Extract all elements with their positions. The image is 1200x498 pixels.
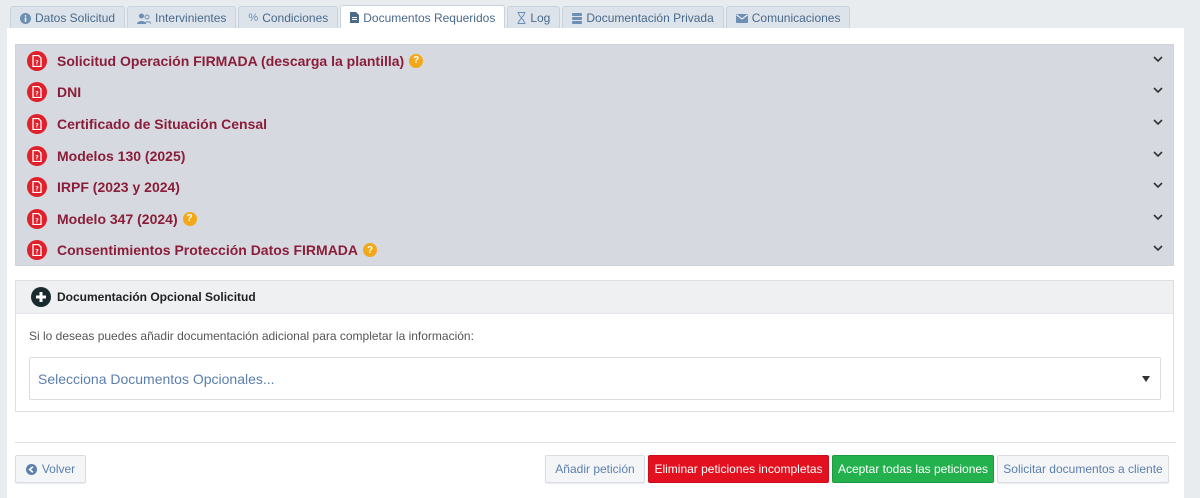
doc-label: Consentimientos Protección Datos FIRMADA — [57, 242, 359, 259]
chevron-down-icon[interactable] — [1153, 151, 1163, 158]
tab-label: Condiciones — [262, 11, 329, 25]
envelope-icon — [735, 13, 748, 23]
doc-label: Modelo 347 (2024) — [57, 210, 178, 227]
optional-documents-header: Documentación Opcional Solicitud — [16, 281, 1173, 314]
tab-label: Datos Solicitud — [35, 11, 116, 25]
svg-text:?: ? — [35, 59, 39, 66]
add-request-label: Añadir petición — [555, 462, 635, 476]
question-icon[interactable]: ? — [363, 243, 378, 258]
file-icon — [350, 12, 360, 23]
hourglass-icon — [517, 12, 526, 24]
chevron-down-icon[interactable] — [1153, 87, 1163, 94]
tab-label: Comunicaciones — [751, 11, 841, 25]
chevron-down-icon[interactable] — [1153, 214, 1163, 221]
accept-all-label: Aceptar todas las peticiones — [837, 462, 989, 476]
optional-documents-section: Documentación Opcional Solicitud Si lo d… — [15, 280, 1174, 412]
add-request-button[interactable]: Añadir petición — [545, 455, 645, 483]
chevron-down-icon[interactable] — [1153, 245, 1163, 252]
tab-bar: Datos Solicitud Intervinientes % Condici… — [10, 5, 852, 29]
doc-row-irpf[interactable]: ? IRPF (2023 y 2024) — [16, 171, 1173, 203]
document-missing-icon: ? — [27, 82, 47, 103]
arrow-left-circle-icon — [25, 463, 37, 475]
divider — [15, 442, 1176, 443]
select-placeholder: Selecciona Documentos Opcionales... — [38, 370, 275, 387]
question-icon[interactable]: ? — [409, 53, 424, 68]
document-missing-icon: ? — [27, 50, 47, 71]
document-missing-icon: ? — [27, 208, 47, 229]
doc-row-modelos-130[interactable]: ? Modelos 130 (2025) — [16, 140, 1173, 172]
percent-icon: % — [248, 12, 259, 24]
svg-text:?: ? — [35, 154, 39, 161]
document-missing-icon: ? — [27, 240, 47, 261]
delete-incomplete-label: Eliminar peticiones incompletas — [654, 462, 823, 476]
tab-label: Documentos Requeridos — [363, 10, 496, 25]
doc-row-certificado-censal[interactable]: ? Certificado de Situación Censal — [16, 108, 1173, 140]
tab-label: Intervinientes — [155, 11, 227, 25]
svg-text:?: ? — [35, 186, 39, 193]
svg-text:?: ? — [35, 122, 39, 129]
question-icon[interactable]: ? — [182, 211, 197, 226]
document-missing-icon: ? — [27, 145, 47, 166]
database-icon — [572, 12, 583, 24]
delete-incomplete-button[interactable]: Eliminar peticiones incompletas — [648, 455, 829, 483]
plus-circle-icon[interactable] — [31, 287, 51, 307]
tab-documentos-requeridos[interactable]: Documentos Requeridos — [340, 5, 506, 29]
tab-log[interactable]: Log — [507, 6, 561, 29]
chevron-down-icon[interactable] — [1153, 119, 1163, 126]
doc-row-solicitud-operacion[interactable]: ? Solicitud Operación FIRMADA (descarga … — [16, 45, 1173, 77]
doc-label: DNI — [57, 84, 82, 101]
required-documents-list: ? Solicitud Operación FIRMADA (descarga … — [15, 44, 1174, 266]
doc-label: Solicitud Operación FIRMADA (descarga la… — [57, 52, 405, 69]
tab-label: Log — [530, 11, 551, 25]
tab-label: Documentación Privada — [586, 11, 714, 25]
optional-documents-title: Documentación Opcional Solicitud — [57, 290, 256, 304]
documents-panel: ? Solicitud Operación FIRMADA (descarga … — [7, 28, 1184, 498]
document-missing-icon: ? — [27, 177, 47, 198]
caret-down-icon — [1142, 376, 1150, 382]
document-missing-icon: ? — [27, 113, 47, 134]
svg-text:?: ? — [35, 91, 39, 98]
back-button-label: Volver — [41, 462, 76, 476]
tab-intervinientes[interactable]: Intervinientes — [127, 6, 237, 29]
svg-text:?: ? — [35, 217, 39, 224]
tab-condiciones[interactable]: % Condiciones — [238, 6, 339, 29]
back-button[interactable]: Volver — [15, 455, 86, 483]
accept-all-button[interactable]: Aceptar todas las peticiones — [832, 455, 994, 483]
optional-documents-description: Si lo deseas puedes añadir documentación… — [29, 329, 474, 343]
doc-row-dni[interactable]: ? DNI — [16, 77, 1173, 109]
doc-row-consentimientos[interactable]: ? Consentimientos Protección Datos FIRMA… — [16, 235, 1173, 267]
request-documents-button[interactable]: Solicitar documentos a cliente — [997, 455, 1169, 483]
optional-documents-select[interactable]: Selecciona Documentos Opcionales... — [29, 357, 1161, 400]
doc-label: Certificado de Situación Censal — [57, 115, 268, 132]
tab-documentacion-privada[interactable]: Documentación Privada — [562, 6, 724, 29]
chevron-down-icon[interactable] — [1153, 56, 1163, 63]
chevron-down-icon[interactable] — [1153, 182, 1163, 189]
request-documents-label: Solicitar documentos a cliente — [1003, 462, 1163, 476]
doc-label: Modelos 130 (2025) — [57, 147, 186, 164]
doc-label: IRPF (2023 y 2024) — [57, 179, 180, 196]
users-icon — [137, 13, 152, 24]
tab-datos-solicitud[interactable]: Datos Solicitud — [10, 6, 126, 29]
doc-row-modelo-347[interactable]: ? Modelo 347 (2024) ? — [16, 203, 1173, 235]
info-icon — [20, 12, 31, 24]
tab-comunicaciones[interactable]: Comunicaciones — [725, 6, 851, 29]
svg-text:?: ? — [35, 249, 39, 256]
